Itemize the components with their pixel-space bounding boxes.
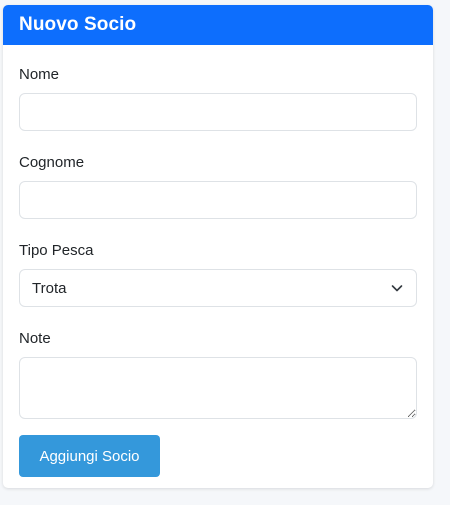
add-member-button[interactable]: Aggiungi Socio <box>19 435 160 477</box>
tipo-pesca-label: Tipo Pesca <box>19 242 94 259</box>
tipo-pesca-select[interactable]: Trota <box>19 269 417 307</box>
cognome-input[interactable] <box>19 181 417 219</box>
nome-label: Nome <box>19 66 60 83</box>
card-title: Nuovo Socio <box>19 14 137 35</box>
new-member-card: Nuovo Socio Nome Cognome Tipo Pesca Trot… <box>3 5 433 488</box>
nome-input[interactable] <box>19 93 417 131</box>
note-textarea[interactable] <box>19 357 417 419</box>
member-form: Nome Cognome Tipo Pesca Trota Note Aggiu… <box>3 65 433 477</box>
card-header: Nuovo Socio <box>3 5 433 45</box>
tipo-pesca-select-wrapper: Trota <box>19 269 417 307</box>
cognome-label: Cognome <box>19 154 85 171</box>
note-label: Note <box>19 330 51 347</box>
